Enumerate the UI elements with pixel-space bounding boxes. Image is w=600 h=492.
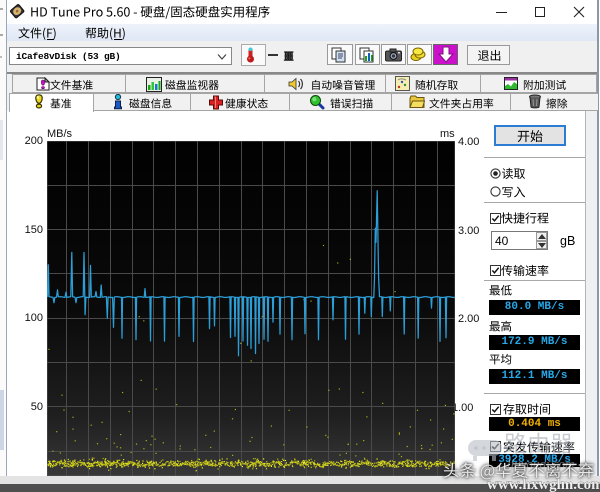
svg-text:www.hxwglm.com: www.hxwglm.com [487,477,600,492]
